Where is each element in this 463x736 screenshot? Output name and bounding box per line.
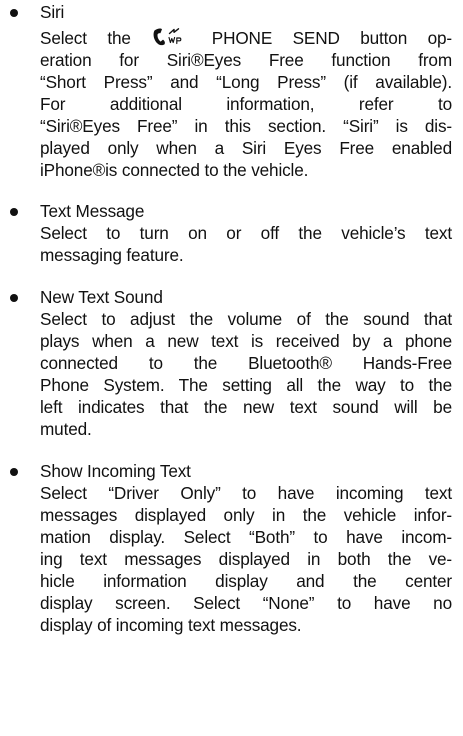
- bullet: [10, 294, 18, 302]
- item-text-line: Select the PHONE SEND button op-: [40, 27, 452, 49]
- bullet: [10, 208, 18, 216]
- item-text-line: Select to adjust the volume of the sound…: [40, 309, 452, 329]
- item-text-line: “Siri®Eyes Free” in this section. “Siri”…: [40, 116, 452, 136]
- item-text-line: Select “Driver Only” to have incoming te…: [40, 483, 452, 503]
- item-title: New Text Sound: [40, 287, 163, 307]
- item-title: Siri: [40, 2, 65, 22]
- item-title: Text Message: [40, 201, 145, 221]
- phone-send-icon: [152, 27, 186, 47]
- item-text-line: messaging feature.: [40, 245, 184, 265]
- item-text-line: left indicates that the new text sound w…: [40, 397, 452, 417]
- item-text-line: Phone System. The setting all the way to…: [40, 375, 452, 395]
- item-text-line: eration for Siri®Eyes Free function from: [40, 50, 452, 70]
- item-text-line: mation display. Select “Both” to have in…: [40, 527, 452, 547]
- item-text-line: “Short Press” and “Long Press” (if avail…: [40, 72, 452, 92]
- item-text-line: plays when a new text is received by a p…: [40, 331, 452, 351]
- manual-page: Siri Select the PHONE SEND button op- er…: [0, 0, 463, 736]
- item-text-line: connected to the Bluetooth® Hands-Free: [40, 353, 452, 373]
- item-text-line: muted.: [40, 419, 92, 439]
- item-text-line: display screen. Select “None” to have no: [40, 593, 452, 613]
- item-text-line: Select to turn on or off the vehicle’s t…: [40, 223, 452, 243]
- item-text-line: iPhone®is connected to the vehicle.: [40, 160, 309, 180]
- item-title: Show Incoming Text: [40, 461, 191, 481]
- item-text-line: played only when a Siri Eyes Free enable…: [40, 138, 452, 158]
- item-text-line: messages displayed only in the vehicle i…: [40, 505, 452, 525]
- bullet: [10, 468, 18, 476]
- bullet: [10, 9, 18, 17]
- item-text-line: display of incoming text messages.: [40, 615, 302, 635]
- item-text-line: ing text messages displayed in both the …: [40, 549, 452, 569]
- text-segment: Select the: [40, 28, 152, 48]
- item-text-line: hicle information display and the center: [40, 571, 452, 591]
- text-segment: PHONE SEND button op-: [191, 28, 452, 48]
- item-text-line: For additional information, refer to: [40, 94, 452, 114]
